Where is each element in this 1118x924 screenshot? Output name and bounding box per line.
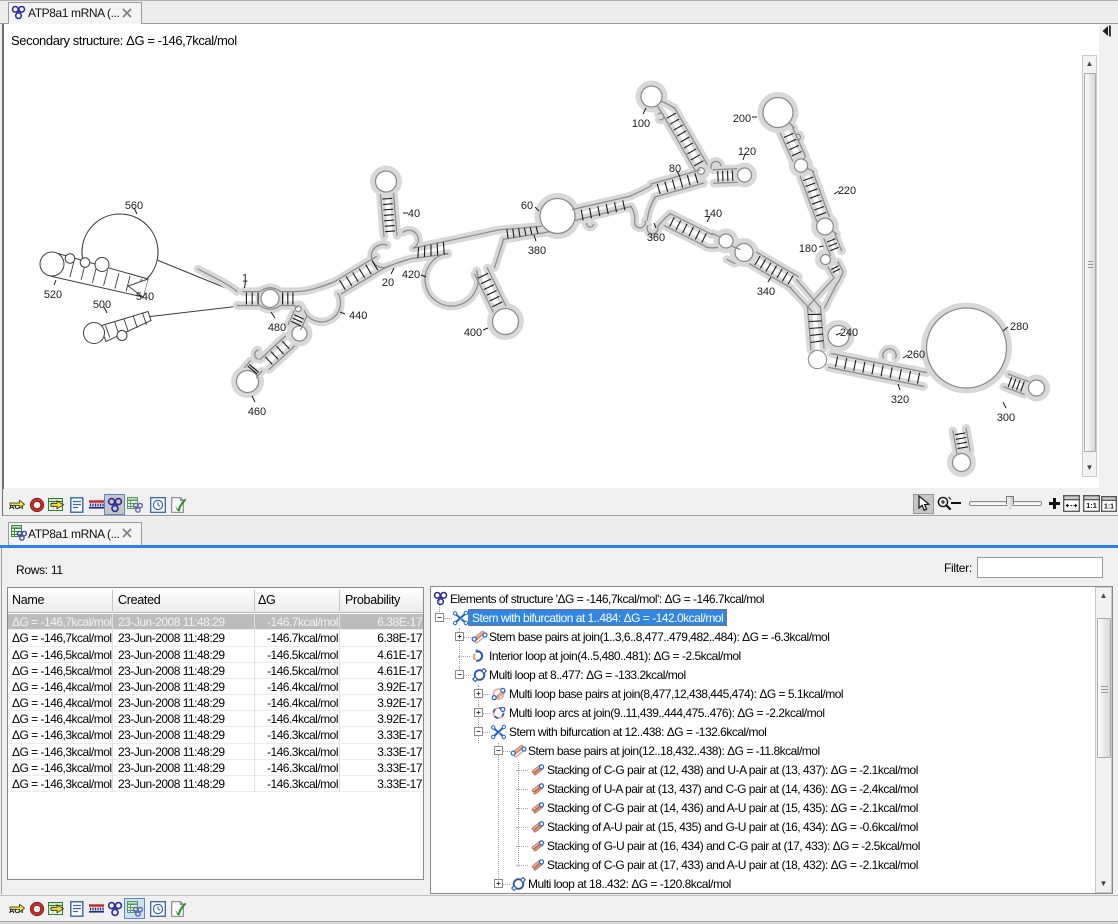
svg-text:340: 340 bbox=[757, 286, 775, 298]
svg-text:360: 360 bbox=[647, 232, 665, 244]
svg-text:520: 520 bbox=[44, 289, 62, 301]
svg-text:120: 120 bbox=[738, 146, 756, 158]
svg-text:320: 320 bbox=[891, 394, 909, 406]
svg-text:180: 180 bbox=[799, 243, 817, 255]
svg-text:420: 420 bbox=[402, 269, 420, 281]
svg-text:540: 540 bbox=[136, 291, 154, 303]
svg-text:280: 280 bbox=[1010, 321, 1028, 333]
svg-text:1:1: 1:1 bbox=[1104, 504, 1114, 511]
svg-text:480: 480 bbox=[268, 322, 286, 334]
svg-text:100: 100 bbox=[632, 118, 650, 130]
svg-text:220: 220 bbox=[838, 185, 856, 197]
svg-text:240: 240 bbox=[840, 327, 858, 339]
svg-text:20: 20 bbox=[382, 277, 394, 289]
svg-text:1:1: 1:1 bbox=[1086, 501, 1097, 510]
svg-text:260: 260 bbox=[907, 349, 925, 361]
svg-text:460: 460 bbox=[248, 406, 266, 418]
svg-text:500: 500 bbox=[93, 299, 111, 311]
svg-text:380: 380 bbox=[528, 245, 546, 257]
svg-text:80: 80 bbox=[669, 163, 681, 175]
svg-text:400: 400 bbox=[464, 327, 482, 339]
svg-text:40: 40 bbox=[408, 208, 420, 220]
svg-text:440: 440 bbox=[349, 310, 367, 322]
svg-text:560: 560 bbox=[125, 200, 143, 212]
svg-text:60: 60 bbox=[521, 200, 533, 212]
svg-text:1: 1 bbox=[242, 273, 248, 285]
svg-text:200: 200 bbox=[733, 113, 751, 125]
svg-text:140: 140 bbox=[704, 208, 722, 220]
svg-text:300: 300 bbox=[997, 412, 1015, 424]
